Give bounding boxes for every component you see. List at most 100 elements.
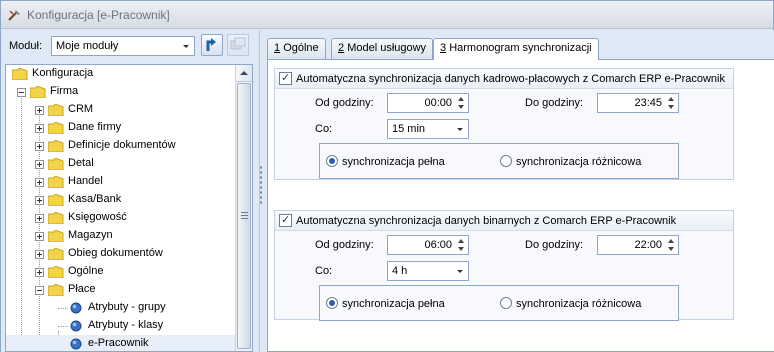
binary-from-value: 06:00 <box>424 239 452 251</box>
refresh-button[interactable] <box>201 34 223 56</box>
chevron-down-icon[interactable] <box>452 120 468 138</box>
hr-diff-sync-label: synchronizacja różnicowa <box>516 156 642 168</box>
tree-item-konfiguracja[interactable]: Konfiguracja <box>6 65 236 83</box>
hr-sync-checkbox[interactable] <box>279 71 292 85</box>
tree-item-label: Atrybuty - grupy <box>88 301 166 313</box>
folder-icon <box>48 158 64 170</box>
copy-button[interactable] <box>227 34 249 56</box>
binary-diff-sync-label: synchronizacja różnicowa <box>516 298 642 310</box>
tree-item-firma[interactable]: Firma <box>6 83 236 101</box>
tree-item-e-pracownik[interactable]: e-Pracownik <box>6 335 236 351</box>
hr-from-input[interactable]: 00:00 <box>387 93 469 113</box>
tree-item-label: Magazyn <box>68 229 113 241</box>
tree-item-detal[interactable]: Detal <box>6 155 236 173</box>
hr-from-value: 00:00 <box>424 97 452 109</box>
module-select[interactable]: Moje moduły <box>51 36 195 56</box>
tree-item-kasa-bank[interactable]: Kasa/Bank <box>6 191 236 209</box>
splitter-grip-icon <box>259 165 263 205</box>
hr-diff-sync-radio[interactable] <box>500 155 512 167</box>
binary-to-input[interactable]: 22:00 <box>597 235 679 255</box>
tab-label: Ogólne <box>283 42 319 54</box>
hr-to-label: Do godziny: <box>525 97 584 109</box>
tree-item-label: Kasa/Bank <box>68 193 122 205</box>
spinner-arrows-icon[interactable] <box>665 237 677 253</box>
tree-item-crm[interactable]: CRM <box>6 101 236 119</box>
expand-icon[interactable] <box>35 232 44 241</box>
tab-label: Harmonogram synchronizacji <box>449 42 592 54</box>
expand-icon[interactable] <box>35 268 44 277</box>
hr-sync-mode-box: synchronizacja pełna synchronizacja różn… <box>319 143 679 179</box>
config-node-icon <box>70 338 82 350</box>
tree-item-atrybuty-klasy[interactable]: Atrybuty - klasy <box>6 317 236 335</box>
expand-icon[interactable] <box>35 196 44 205</box>
tree-scrollbar[interactable] <box>235 65 252 351</box>
spinner-arrows-icon[interactable] <box>455 237 467 253</box>
spinner-arrows-icon[interactable] <box>455 95 467 111</box>
binary-to-label: Do godziny: <box>525 239 584 251</box>
folder-icon <box>48 248 64 260</box>
hr-every-select[interactable]: 15 min <box>387 119 469 139</box>
folder-icon <box>48 122 64 134</box>
tree-item-atrybuty-grupy[interactable]: Atrybuty - grupy <box>6 299 236 317</box>
folder-icon <box>48 140 64 152</box>
tree-item-magazyn[interactable]: Magazyn <box>6 227 236 245</box>
scroll-up-icon[interactable] <box>236 65 252 82</box>
tree-item-label: Ogólne <box>68 265 104 277</box>
tree-item-obieg-dokumentow[interactable]: Obieg dokumentów <box>6 245 236 263</box>
expand-icon[interactable] <box>35 124 44 133</box>
folder-icon <box>48 266 64 278</box>
expand-icon[interactable] <box>35 160 44 169</box>
collapse-icon[interactable] <box>35 286 44 295</box>
tree-item-definicje-dokumentow[interactable]: Definicje dokumentów <box>6 137 236 155</box>
binary-diff-sync-radio[interactable] <box>500 297 512 309</box>
binary-sync-mode-box: synchronizacja pełna synchronizacja różn… <box>319 285 679 321</box>
app-tools-icon <box>8 10 20 21</box>
tree-item-ogolne[interactable]: Ogólne <box>6 263 236 281</box>
tab-number: 1 <box>274 42 281 54</box>
hr-sync-header: Automatyczna synchronizacja danych kadro… <box>275 69 733 89</box>
binary-every-label: Co: <box>315 265 333 277</box>
scrollbar-thumb[interactable] <box>237 83 251 349</box>
binary-to-value: 22:00 <box>634 239 662 251</box>
expand-icon[interactable] <box>35 142 44 151</box>
config-node-icon <box>70 320 82 332</box>
binary-from-input[interactable]: 06:00 <box>387 235 469 255</box>
panel-splitter[interactable] <box>257 30 265 352</box>
tree-item-place[interactable]: Płace <box>6 281 236 299</box>
binary-sync-checkbox[interactable] <box>279 213 292 227</box>
tree-item-dane-firmy[interactable]: Dane firmy <box>6 119 236 137</box>
tab-model-uslugowy[interactable]: 2 Model usługowy <box>331 38 434 59</box>
chevron-down-icon[interactable] <box>178 37 194 55</box>
expand-icon[interactable] <box>35 178 44 187</box>
hr-full-sync-radio[interactable] <box>326 155 338 167</box>
tree-item-label: CRM <box>68 103 94 115</box>
expand-icon[interactable] <box>35 250 44 259</box>
hr-from-label: Od godziny: <box>315 97 374 109</box>
tab-ogolne[interactable]: 1 Ogólne <box>267 38 326 59</box>
chevron-down-icon[interactable] <box>452 262 468 280</box>
refresh-arrow-icon <box>206 38 216 51</box>
expand-icon[interactable] <box>35 214 44 223</box>
tree-item-label: Księgowość <box>68 211 127 223</box>
tree-item-label: Handel <box>68 175 103 187</box>
collapse-icon[interactable] <box>17 88 26 97</box>
tab-harmonogram-synchronizacji[interactable]: 3 Harmonogram synchronizacji <box>433 38 599 60</box>
configuration-window: Konfiguracja [e-Pracownik] Moduł: Moje m… <box>0 0 774 352</box>
tree-item-handel[interactable]: Handel <box>6 173 236 191</box>
tree-item-label: Atrybuty - klasy <box>88 319 164 331</box>
tab-label: Model usługowy <box>347 42 427 54</box>
binary-every-select[interactable]: 4 h <box>387 261 469 281</box>
spinner-arrows-icon[interactable] <box>665 95 677 111</box>
folder-icon <box>48 230 64 242</box>
binary-full-sync-label: synchronizacja pełna <box>342 298 445 310</box>
module-select-value: Moje moduły <box>56 40 119 52</box>
hr-to-input[interactable]: 23:45 <box>597 93 679 113</box>
tree-item-label: Płace <box>68 283 96 295</box>
grip-icon <box>241 212 248 219</box>
tree-item-label: Obieg dokumentów <box>68 247 163 259</box>
binary-full-sync-radio[interactable] <box>326 297 338 309</box>
tree-item-ksiegowosc[interactable]: Księgowość <box>6 209 236 227</box>
folder-icon <box>12 68 28 80</box>
expand-icon[interactable] <box>35 106 44 115</box>
right-panel: 1 Ogólne 2 Model usługowy 3 Harmonogram … <box>265 30 774 352</box>
